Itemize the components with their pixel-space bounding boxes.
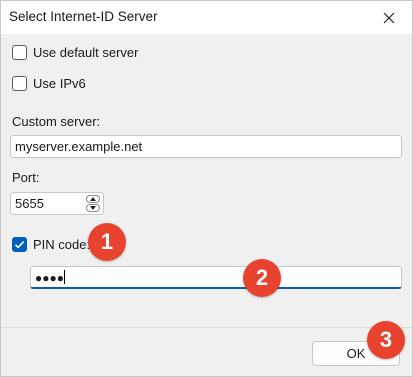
use-default-server-checkbox[interactable] <box>12 45 27 60</box>
use-default-server-label: Use default server <box>33 45 139 60</box>
pin-code-value: ●●●● <box>35 271 64 285</box>
use-ipv6-checkbox[interactable] <box>12 76 27 91</box>
pin-code-checkbox[interactable] <box>12 237 27 252</box>
port-spinner <box>86 195 100 212</box>
checkmark-icon <box>14 241 25 249</box>
use-ipv6-option[interactable]: Use IPv6 <box>12 76 86 91</box>
dialog-title: Select Internet-ID Server <box>9 9 158 24</box>
close-icon <box>383 12 395 23</box>
title-bar: Select Internet-ID Server <box>1 1 412 34</box>
callout-badge-3: 3 <box>367 321 405 359</box>
custom-server-label: Custom server: <box>12 114 101 129</box>
use-default-server-option[interactable]: Use default server <box>12 45 139 60</box>
port-label: Port: <box>12 170 40 185</box>
callout-badge-1: 1 <box>88 223 126 261</box>
port-increment-button[interactable] <box>86 195 100 203</box>
chevron-up-icon <box>90 197 96 201</box>
pin-code-input[interactable]: ●●●● <box>30 266 402 289</box>
pin-code-label: PIN code: <box>33 237 91 252</box>
text-caret <box>64 270 65 284</box>
chevron-down-icon <box>90 206 96 210</box>
pin-code-option[interactable]: PIN code: <box>12 237 90 252</box>
callout-badge-2: 2 <box>243 259 281 297</box>
port-decrement-button[interactable] <box>86 204 100 212</box>
use-ipv6-label: Use IPv6 <box>33 76 86 91</box>
close-button[interactable] <box>366 1 412 34</box>
port-stepper[interactable]: 5655 <box>10 192 104 215</box>
custom-server-input[interactable]: myserver.example.net <box>10 135 402 158</box>
dialog-window: Select Internet-ID Server Use default se… <box>0 0 413 377</box>
port-value: 5655 <box>15 196 44 211</box>
